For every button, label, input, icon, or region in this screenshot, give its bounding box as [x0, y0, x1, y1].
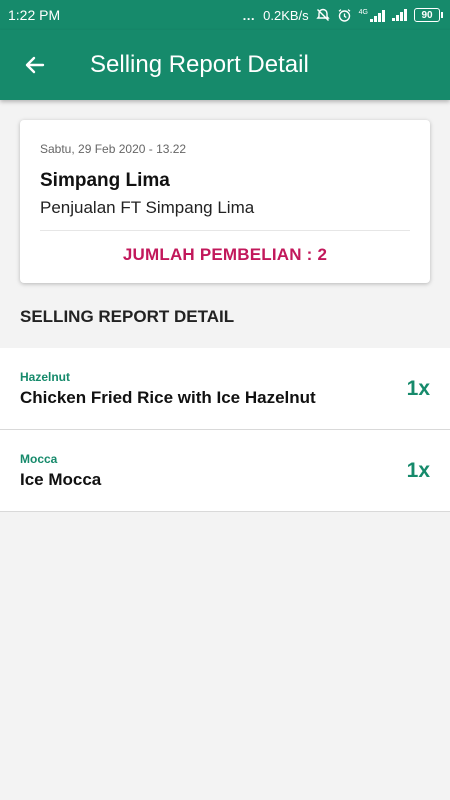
status-icons: … 0.2KB/s 4G 90: [242, 7, 443, 23]
page-title: Selling Report Detail: [90, 51, 309, 78]
cell-signal-icon: 4G: [359, 9, 385, 22]
card-divider: [40, 230, 410, 231]
status-time: 1:22 PM: [8, 7, 61, 23]
list-item[interactable]: Hazelnut Chicken Fried Rice with Ice Haz…: [0, 348, 450, 430]
total-purchases: JUMLAH PEMBELIAN : 2: [122, 245, 328, 264]
item-name: Ice Mocca: [20, 469, 102, 489]
notifications-off-icon: [315, 8, 330, 21]
item-quantity: 1x: [406, 458, 430, 482]
report-date: Sabtu, 29 Feb 2020 - 13.22: [40, 142, 187, 156]
cell-signal-2-icon: [392, 9, 407, 21]
location-title: Simpang Lima: [40, 170, 170, 191]
alarm-icon: [338, 8, 351, 22]
battery-icon: 90: [414, 8, 443, 22]
report-list: Hazelnut Chicken Fried Rice with Ice Haz…: [0, 348, 450, 512]
location-subtitle: Penjualan FT Simpang Lima: [40, 198, 255, 217]
list-item[interactable]: Mocca Ice Mocca 1x: [0, 430, 450, 512]
section-title: SELLING REPORT DETAIL: [20, 307, 235, 326]
back-button[interactable]: [0, 30, 70, 100]
more-dots-icon: …: [242, 7, 257, 23]
item-quantity: 1x: [406, 376, 430, 400]
item-name: Chicken Fried Rice with Ice Hazelnut: [20, 387, 316, 407]
item-category: Mocca: [20, 451, 58, 466]
app-bar: Selling Report Detail: [0, 30, 450, 100]
summary-card: Sabtu, 29 Feb 2020 - 13.22 Simpang Lima …: [20, 120, 430, 283]
item-text: Mocca Ice Mocca: [20, 452, 101, 490]
item-category: Hazelnut: [20, 369, 71, 384]
net-speed: 0.2KB/s: [263, 7, 309, 23]
arrow-left-icon: [25, 56, 45, 74]
battery-level: 90: [421, 9, 433, 21]
status-bar: 1:22 PM … 0.2KB/s 4G 90: [0, 0, 450, 30]
item-text: Hazelnut Chicken Fried Rice with Ice Haz…: [20, 370, 316, 408]
